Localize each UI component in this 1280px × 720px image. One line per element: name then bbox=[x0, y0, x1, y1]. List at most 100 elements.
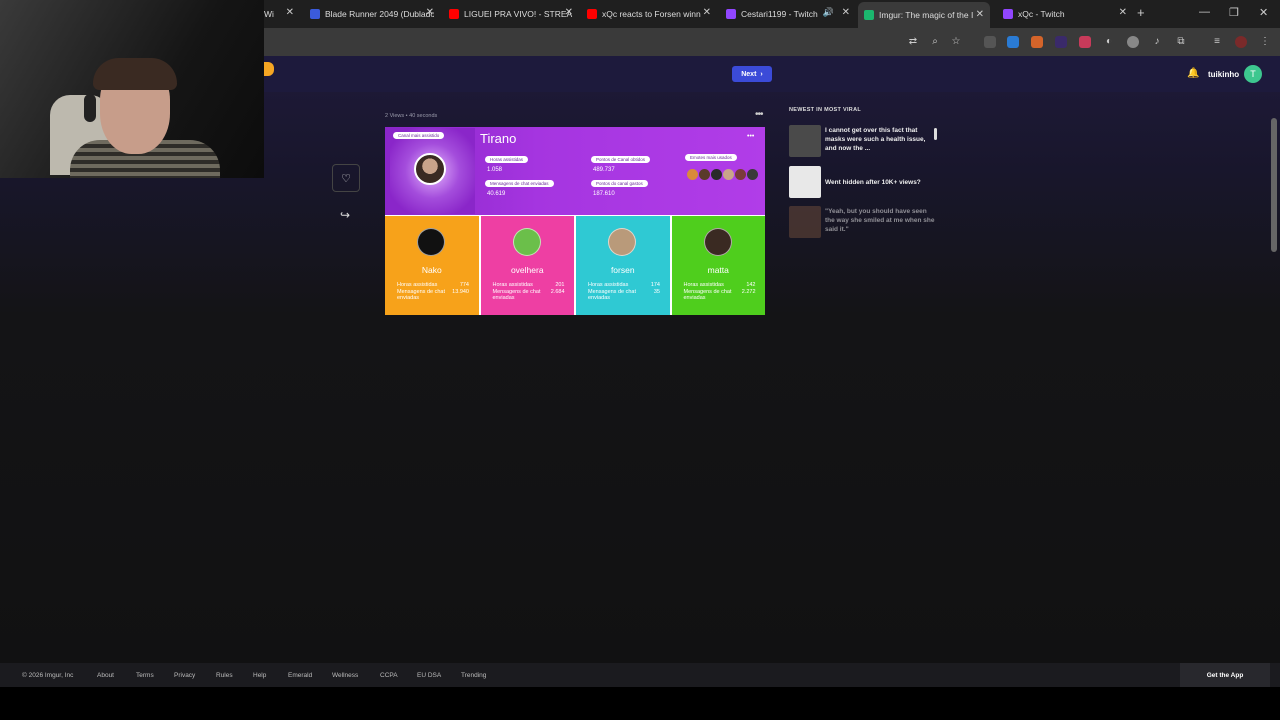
close-tab-icon[interactable]: ✕ bbox=[703, 7, 711, 18]
close-tab-icon[interactable]: ✕ bbox=[976, 9, 984, 20]
channel-name: matta bbox=[707, 265, 729, 275]
footer-link[interactable]: Rules bbox=[216, 672, 233, 679]
zoom-icon[interactable]: ⌕ bbox=[929, 36, 941, 48]
webcam-headset bbox=[84, 94, 96, 122]
stat-label: Mensagens de chat enviadas bbox=[492, 288, 541, 302]
browser-tab[interactable]: xQc - Twitch ✕ bbox=[1003, 4, 1127, 24]
notifications-bell-icon[interactable]: 🔔 bbox=[1187, 68, 1199, 79]
speaker-icon[interactable]: 🔊 bbox=[823, 7, 834, 18]
browser-menu-icon[interactable]: ⋮ bbox=[1259, 36, 1271, 48]
stat-label: Mensagens de chat enviadas bbox=[397, 288, 446, 302]
restore-button[interactable]: ❐ bbox=[1229, 6, 1239, 19]
webcam-overlay bbox=[0, 0, 264, 178]
media-control-icon[interactable]: ≡ bbox=[1211, 36, 1223, 48]
new-tab-button[interactable]: + bbox=[1137, 5, 1145, 20]
extension-icon[interactable] bbox=[1079, 36, 1091, 48]
imgur-logo-icon[interactable] bbox=[264, 62, 274, 76]
more-dots-icon: ••• bbox=[747, 133, 755, 140]
post-thumbnail bbox=[789, 206, 821, 238]
twitch-icon bbox=[726, 9, 736, 19]
stat-value: 489.737 bbox=[593, 167, 615, 173]
next-button-label: Next bbox=[741, 70, 757, 78]
tab-favicon-icon bbox=[310, 9, 320, 19]
browser-tab[interactable]: Wi ✕ bbox=[264, 4, 294, 24]
channel-card: ovelhera Horas assistidas 201 Mensagens d… bbox=[480, 216, 574, 315]
favorite-button[interactable]: ♡ bbox=[332, 164, 360, 192]
close-tab-icon[interactable]: ✕ bbox=[565, 7, 573, 18]
channel-name: forsen bbox=[610, 265, 635, 275]
footer-copyright: © 2026 Imgur, Inc bbox=[22, 672, 74, 679]
share-arrow-icon[interactable]: ↪ bbox=[340, 208, 350, 222]
footer-link[interactable]: EU DSA bbox=[417, 672, 441, 679]
sidebar-post[interactable]: I cannot get over this fact that masks w… bbox=[789, 125, 939, 157]
channel-avatar bbox=[608, 228, 636, 256]
imgur-footer: © 2026 Imgur, Inc About Terms Privacy Ru… bbox=[0, 663, 1280, 687]
footer-link[interactable]: About bbox=[97, 672, 114, 679]
post-title: I cannot get over this fact that masks w… bbox=[825, 127, 926, 152]
speaker-icon[interactable]: ♪ bbox=[1151, 36, 1163, 48]
browser-tab[interactable]: xQc reacts to Forsen winn ✕ bbox=[587, 4, 711, 24]
translate-icon[interactable]: ⇄ bbox=[907, 36, 919, 48]
close-window-button[interactable]: ✕ bbox=[1259, 6, 1268, 19]
footer-link[interactable]: Wellness bbox=[332, 672, 358, 679]
close-tab-icon[interactable]: ✕ bbox=[286, 7, 294, 18]
post-options-icon[interactable]: ••• bbox=[755, 109, 763, 120]
post-image[interactable]: Canal mais assistido Tirano Horas assist… bbox=[385, 127, 765, 315]
user-avatar[interactable]: T bbox=[1244, 65, 1262, 83]
channel-stats: Horas assistidas 174 Mensagens de chat en… bbox=[588, 282, 660, 302]
extension-icon[interactable] bbox=[1055, 36, 1067, 48]
channel-avatar bbox=[512, 228, 541, 256]
footer-link[interactable]: CCPA bbox=[380, 672, 398, 679]
stat-value: 35 bbox=[653, 288, 660, 295]
browser-tab[interactable]: Blade Runner 2049 (Dublado ✕ bbox=[310, 4, 434, 24]
imgur-icon bbox=[864, 10, 874, 20]
minimize-button[interactable]: — bbox=[1199, 6, 1210, 18]
footer-link[interactable]: Help bbox=[253, 672, 266, 679]
twitch-icon bbox=[1003, 9, 1013, 19]
extension-icon[interactable] bbox=[1031, 36, 1043, 48]
browser-tab[interactable]: LIGUEI PRA VIVO! - STREA ✕ bbox=[449, 4, 573, 24]
tab-title: Imgur: The magic of the I bbox=[879, 10, 974, 20]
emote-icon bbox=[735, 169, 746, 180]
youtube-icon bbox=[449, 9, 459, 19]
top-channel-badge: Canal mais assistido bbox=[393, 132, 445, 139]
next-post-button[interactable]: Next › bbox=[732, 66, 772, 82]
username[interactable]: tuikinho bbox=[1208, 70, 1239, 79]
close-tab-icon[interactable]: ✕ bbox=[842, 7, 850, 18]
sidebar-scrollbar[interactable] bbox=[934, 128, 937, 140]
tab-title: xQc reacts to Forsen winn bbox=[602, 9, 701, 19]
channel-stats: Horas assistidas 142 Mensagens de chat en… bbox=[684, 282, 756, 302]
chevron-right-icon: › bbox=[760, 70, 763, 78]
post-thumbnail bbox=[789, 166, 821, 198]
footer-link[interactable]: Trending bbox=[461, 672, 486, 679]
sidebar-post[interactable]: "Yeah, but you should have seen the way … bbox=[789, 206, 939, 238]
channel-stats: Horas assistidas 201 Mensagens de chat en… bbox=[493, 282, 565, 302]
extension-icon[interactable] bbox=[1007, 36, 1019, 48]
channel-card: matta Horas assistidas 142 Mensagens de c… bbox=[671, 216, 765, 315]
bookmark-star-icon[interactable]: ☆ bbox=[950, 36, 962, 48]
footer-link[interactable]: Emerald bbox=[288, 672, 312, 679]
browser-tab[interactable]: Cestari1199 - Twitch 🔊 ✕ bbox=[726, 4, 850, 24]
tab-title: xQc - Twitch bbox=[1018, 9, 1065, 19]
profile-icon[interactable] bbox=[1235, 36, 1247, 48]
page-scrollbar[interactable] bbox=[1271, 118, 1277, 252]
stat-value: 40.619 bbox=[487, 191, 506, 197]
extension-icon[interactable] bbox=[1127, 36, 1139, 48]
extension-icon[interactable]: ◐ bbox=[1103, 36, 1115, 48]
post-thumbnail bbox=[789, 125, 821, 157]
channel-avatar bbox=[703, 228, 732, 256]
get-app-button[interactable]: Get the App bbox=[1180, 663, 1270, 687]
browser-tab-active[interactable]: Imgur: The magic of the I ✕ bbox=[858, 2, 990, 28]
channel-avatar bbox=[417, 228, 445, 256]
extension-icon[interactable] bbox=[984, 36, 996, 48]
sidebar-post[interactable]: Went hidden after 10K+ views? bbox=[789, 166, 939, 198]
footer-link[interactable]: Terms bbox=[136, 672, 154, 679]
youtube-icon bbox=[587, 9, 597, 19]
footer-link[interactable]: Privacy bbox=[174, 672, 195, 679]
stat-label: Mensagens de chat enviadas bbox=[683, 288, 732, 302]
stat-label: Mensagens de chat enviadas bbox=[588, 288, 637, 302]
close-tab-icon[interactable]: ✕ bbox=[1119, 7, 1127, 18]
puzzle-extensions-icon[interactable]: ⧉ bbox=[1175, 36, 1187, 48]
stat-value: 2.272 bbox=[741, 288, 756, 295]
close-tab-icon[interactable]: ✕ bbox=[426, 7, 434, 18]
